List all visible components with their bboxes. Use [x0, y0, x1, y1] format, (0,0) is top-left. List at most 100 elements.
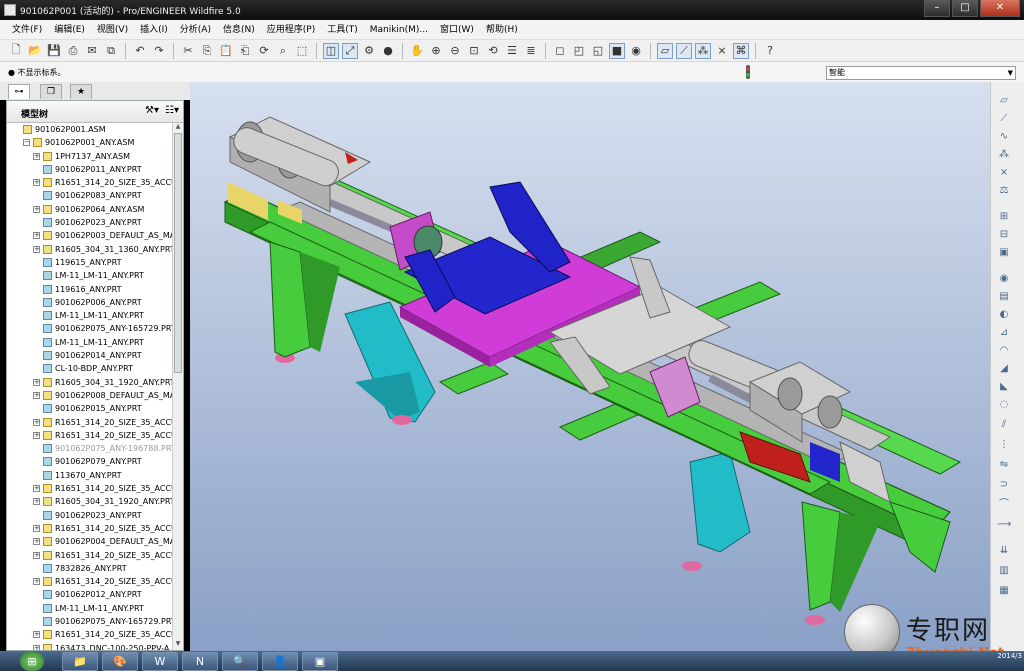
place-component-icon[interactable]: ⊞ [997, 210, 1011, 224]
tree-item[interactable]: +163473_DNC-100-250-PPV-A [7, 642, 172, 650]
tree-expand-icon[interactable]: + [33, 205, 40, 213]
scroll-down-icon[interactable]: ▼ [173, 640, 183, 650]
scroll-up-icon[interactable]: ▲ [173, 123, 183, 133]
tree-item[interactable]: LM-11_LM-11_ANY.PRT [7, 309, 172, 322]
package-icon[interactable]: ▣ [997, 246, 1011, 260]
zoom-out-icon[interactable]: ⊖ [447, 43, 463, 59]
tree-expand-icon[interactable]: + [33, 524, 40, 532]
system-clock[interactable]: 2014/3 [997, 652, 1022, 661]
tree-item[interactable]: 901062P023_ANY.PRT [7, 509, 172, 522]
orientation-icon[interactable]: ⤢ [342, 42, 358, 59]
datum-curve-icon[interactable]: ∿ [997, 130, 1011, 144]
appearance-icon[interactable]: ● [380, 43, 396, 59]
menu-help[interactable]: 帮助(H) [480, 20, 524, 40]
paste-special-icon[interactable]: ⎗ [237, 43, 253, 59]
datum-planes-icon[interactable]: ▱ [657, 42, 673, 59]
merge-icon[interactable]: ⊃ [997, 478, 1011, 492]
select-box-icon[interactable]: ⬚ [294, 43, 310, 59]
tree-show-icon[interactable]: ☷▾ [165, 105, 179, 116]
datum-axis-icon[interactable]: ⟋ [997, 112, 1011, 126]
menu-window[interactable]: 窗口(W) [434, 20, 480, 40]
tree-item[interactable]: 7832826_ANY.PRT [7, 562, 172, 575]
refit-icon[interactable]: ⊡ [466, 43, 482, 59]
no-hidden-icon[interactable]: ◱ [590, 43, 606, 59]
tree-item[interactable]: + R1605_304_31_1360_ANY.PRT [7, 243, 172, 256]
view-manager-icon[interactable]: ⚙ [361, 43, 377, 59]
tree-expand-icon[interactable]: + [33, 418, 40, 426]
tree-item[interactable]: 901062P006_ANY.PRT [7, 296, 172, 309]
menu-analysis[interactable]: 分析(A) [174, 20, 217, 40]
taskbar-folder-icon[interactable]: 📁 [62, 652, 98, 671]
tree-item[interactable]: 901062P075_ANY-165729.PRT [7, 322, 172, 335]
tree-item[interactable]: 901062P012_ANY.PRT [7, 588, 172, 601]
tree-expand-icon[interactable]: + [33, 538, 40, 546]
shell-icon[interactable]: ◌ [997, 398, 1011, 412]
zoom-in-icon[interactable]: ⊕ [428, 43, 444, 59]
taskbar-paint-icon[interactable]: 🎨 [102, 652, 138, 671]
tree-expand-icon[interactable]: + [33, 378, 40, 386]
tree-expand-icon[interactable]: + [33, 431, 40, 439]
datum-points-icon[interactable]: ⁂ [695, 42, 711, 59]
tree-item[interactable]: + R1651_314_20_SIZE_35_ACCU [7, 549, 172, 562]
analysis-icon[interactable]: ⚖ [997, 184, 1011, 198]
selection-filter-select[interactable]: 智能 ▼ [826, 66, 1016, 80]
tree-item[interactable]: + R1651_314_20_SIZE_35_ACCU [7, 575, 172, 588]
round-icon[interactable]: ◠ [997, 344, 1011, 358]
graphics-window[interactable] [190, 82, 990, 651]
thicken-icon[interactable]: ▥ [997, 564, 1011, 578]
tree-item[interactable]: +1PH7137_ANY.ASM [7, 150, 172, 163]
menu-info[interactable]: 信息(N) [217, 20, 261, 40]
tree-expand-icon[interactable]: + [33, 631, 40, 639]
tree-item[interactable]: − 901062P001_ANY.ASM [7, 136, 172, 149]
model-tree-tab-icon[interactable]: ⊶ [8, 84, 30, 99]
rib-icon[interactable]: ⫽ [997, 418, 1011, 432]
undo-icon[interactable]: ↶ [132, 43, 148, 59]
open-file-icon[interactable]: 📂 [27, 43, 43, 59]
menu-manikin[interactable]: Manikin(M)... [364, 20, 434, 40]
save-copy-icon[interactable]: ⧉ [103, 43, 119, 59]
minimize-button[interactable]: – [924, 0, 950, 17]
tree-item[interactable]: CL-10-BDP_ANY.PRT [7, 362, 172, 375]
offset-icon[interactable]: ⇊ [997, 544, 1011, 558]
taskbar-onenote-icon[interactable]: N [182, 652, 218, 671]
menu-insert[interactable]: 插入(I) [134, 20, 174, 40]
menu-file[interactable]: 文件(F) [6, 20, 48, 40]
wireframe-icon[interactable]: ◻ [552, 43, 568, 59]
tree-item[interactable]: LM-11_LM-11_ANY.PRT [7, 336, 172, 349]
tree-item[interactable]: 901062P075_ANY-165729.PRT [7, 615, 172, 628]
tree-scrollbar[interactable]: ▲ ▼ [172, 123, 183, 650]
csys-icon[interactable]: ⨯ [714, 43, 730, 59]
tree-item[interactable]: + R1651_314_20_SIZE_35_ACCU [7, 522, 172, 535]
chamfer-icon[interactable]: ◢ [997, 362, 1011, 376]
tree-item[interactable]: + R1651_314_20_SIZE_35_ACCU [7, 416, 172, 429]
datum-plane-icon[interactable]: ▱ [997, 94, 1011, 108]
redo-icon[interactable]: ↷ [151, 43, 167, 59]
create-component-icon[interactable]: ⊟ [997, 228, 1011, 242]
tree-item[interactable]: 119616_ANY.PRT [7, 283, 172, 296]
tree-item[interactable]: LM-11_LM-11_ANY.PRT [7, 602, 172, 615]
mirror-icon[interactable]: ⇋ [997, 458, 1011, 472]
save-icon[interactable]: 💾 [46, 43, 62, 59]
tree-item[interactable]: LM-11_LM-11_ANY.PRT [7, 269, 172, 282]
tree-expand-icon[interactable]: + [33, 578, 40, 586]
taskbar-word-icon[interactable]: W [142, 652, 178, 671]
pattern-icon[interactable]: ⋮ [997, 438, 1011, 452]
extend-icon[interactable]: ⟶ [997, 518, 1011, 532]
tree-item[interactable]: 901062P075_ANY-196788.PRT [7, 442, 172, 455]
pan-icon[interactable]: ✋ [409, 43, 425, 59]
extrude-icon[interactable]: ▤ [997, 290, 1011, 304]
email-icon[interactable]: ✉ [84, 43, 100, 59]
favorites-tab-icon[interactable]: ★ [70, 84, 92, 99]
datum-axes-icon[interactable]: ⟋ [676, 42, 692, 59]
taskbar-proe-icon[interactable]: ▣ [302, 652, 338, 671]
hole-icon[interactable]: ◉ [997, 272, 1011, 286]
reorient-icon[interactable]: ⟲ [485, 43, 501, 59]
tree-expand-icon[interactable]: + [33, 498, 40, 506]
tree-expand-icon[interactable]: + [33, 644, 40, 650]
tree-item[interactable]: + R1605_304_31_1920_ANY.PRT [7, 495, 172, 508]
menu-edit[interactable]: 编辑(E) [48, 20, 91, 40]
revolve-icon[interactable]: ◐ [997, 308, 1011, 322]
menu-applications[interactable]: 应用程序(P) [261, 20, 321, 40]
scroll-thumb[interactable] [174, 133, 182, 373]
tree-item[interactable]: + R1605_304_31_1920_ANY.PRT [7, 376, 172, 389]
